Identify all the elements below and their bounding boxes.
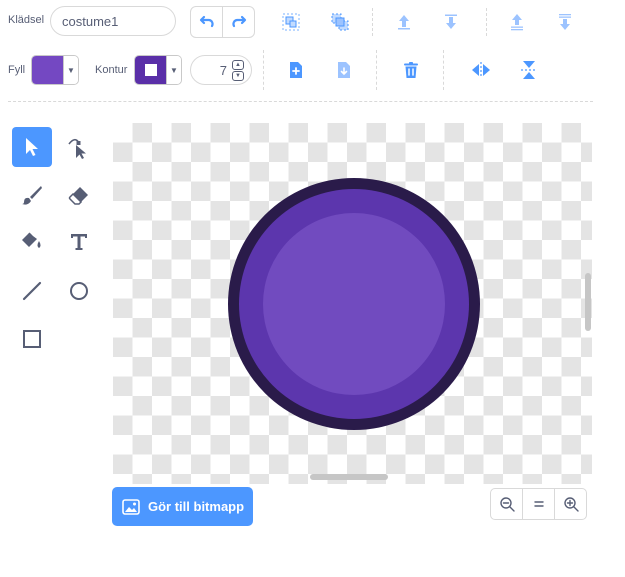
zoom-out-button[interactable]: [491, 489, 522, 519]
fill-swatch: [32, 56, 63, 84]
flip-vertical-icon: [521, 61, 537, 79]
redo-icon: [231, 15, 246, 28]
eraser-icon: [68, 187, 88, 205]
group-icon: [282, 13, 300, 31]
select-tool[interactable]: [12, 127, 52, 167]
fill-tool[interactable]: [12, 222, 52, 262]
separator: [372, 8, 374, 36]
flip-vertical-button[interactable]: [514, 55, 544, 85]
redo-button[interactable]: [222, 7, 254, 37]
zoom-controls: [490, 488, 587, 520]
fill-label: Fyll: [8, 64, 26, 76]
costume-label: Klädsel: [8, 14, 45, 26]
chevron-down-icon: ▼: [166, 56, 181, 84]
text-icon: [71, 234, 87, 250]
copy-icon: [290, 62, 302, 78]
trash-icon: [404, 62, 418, 78]
delete-button[interactable]: [396, 55, 426, 85]
paste-button[interactable]: [329, 55, 359, 85]
flip-horizontal-button[interactable]: [466, 55, 496, 85]
back-button[interactable]: [550, 7, 580, 37]
forward-icon: [398, 15, 410, 30]
circle-icon: [70, 282, 88, 300]
outline-swatch: [135, 56, 166, 84]
arrow-cursor-icon: [26, 138, 38, 156]
separator: [443, 50, 445, 90]
drawing-canvas[interactable]: [113, 123, 592, 484]
outline-swatch-inner: [144, 64, 157, 76]
eraser-tool[interactable]: [59, 175, 99, 215]
toolbar-divider: [8, 101, 593, 102]
paint-bucket-icon: [22, 232, 41, 248]
ungroup-icon: [331, 13, 349, 31]
outline-label: Kontur: [95, 64, 128, 76]
reshape-tool[interactable]: [59, 127, 99, 167]
zoom-in-button[interactable]: [554, 489, 586, 519]
canvas-artwork: [228, 178, 480, 430]
undo-button[interactable]: [191, 7, 222, 37]
zoom-reset-button[interactable]: [522, 489, 554, 519]
image-icon: [122, 498, 140, 515]
chevron-down-icon: ▼: [63, 56, 78, 84]
separator: [263, 50, 265, 90]
costume-name-input[interactable]: [50, 6, 176, 36]
convert-to-bitmap-button[interactable]: Gör till bitmapp: [112, 487, 253, 526]
circle-inner-fill[interactable]: [263, 213, 445, 395]
rectangle-icon: [23, 330, 41, 348]
zoom-in-icon: [563, 497, 579, 512]
paste-icon: [338, 62, 350, 78]
outline-width-stepper[interactable]: 7 ▲ ▼: [190, 55, 252, 85]
copy-button[interactable]: [281, 55, 311, 85]
backward-button[interactable]: [436, 7, 466, 37]
back-icon: [559, 14, 571, 30]
zoom-out-icon: [499, 497, 515, 512]
convert-to-bitmap-label: Gör till bitmapp: [148, 499, 245, 514]
separator: [486, 8, 488, 36]
flip-horizontal-icon: [472, 62, 490, 78]
stepper-arrows: ▲ ▼: [232, 59, 244, 81]
decrement-icon[interactable]: ▼: [232, 70, 244, 81]
line-icon: [22, 281, 42, 301]
increment-icon[interactable]: ▲: [232, 59, 244, 70]
outline-color-picker[interactable]: ▼: [134, 55, 182, 85]
text-tool[interactable]: [59, 222, 99, 262]
backward-icon: [445, 14, 457, 29]
separator: [376, 50, 378, 90]
brush-tool[interactable]: [12, 175, 52, 215]
ungroup-button[interactable]: [325, 7, 355, 37]
group-button[interactable]: [276, 7, 306, 37]
zoom-reset-icon: [533, 501, 544, 507]
vertical-scrollbar[interactable]: [585, 273, 591, 331]
front-button[interactable]: [502, 7, 532, 37]
front-icon: [511, 14, 523, 31]
reshape-icon: [68, 138, 86, 159]
rectangle-tool[interactable]: [12, 319, 52, 359]
brush-icon: [22, 186, 42, 205]
circle-tool[interactable]: [59, 271, 99, 311]
undo-icon: [199, 15, 214, 28]
horizontal-scrollbar[interactable]: [310, 474, 388, 480]
forward-button[interactable]: [389, 7, 419, 37]
undo-redo-group: [190, 6, 255, 38]
fill-color-picker[interactable]: ▼: [31, 55, 79, 85]
line-tool[interactable]: [12, 271, 52, 311]
outline-width-value[interactable]: 7: [191, 63, 227, 78]
